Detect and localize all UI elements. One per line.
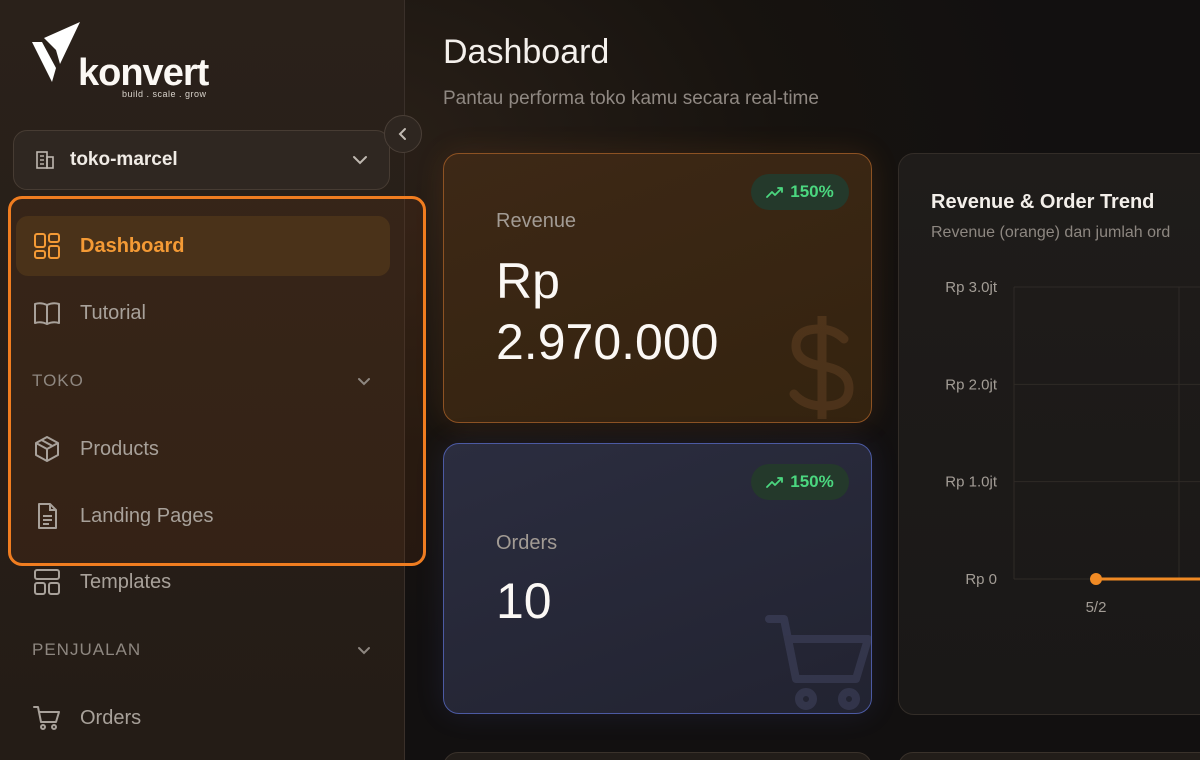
sidebar-item-label: Landing Pages [80, 504, 214, 527]
building-icon [36, 151, 54, 169]
collapse-sidebar-button[interactable] [384, 115, 422, 153]
sidebar: konvert build . scale . grow toko-marcel [0, 0, 426, 760]
sidebar-item-label: Dashboard [80, 234, 185, 257]
sidebar-item-label: Templates [80, 570, 172, 593]
revenue-label: Revenue [496, 210, 577, 232]
sidebar-item-products[interactable]: Products [16, 419, 390, 479]
orders-card[interactable]: 150% Orders 10 [443, 443, 872, 714]
trend-up-icon [766, 477, 784, 488]
page-title: Dashboard [443, 33, 610, 71]
chevron-down-icon [353, 156, 367, 165]
sidebar-item-label: Products [80, 437, 159, 460]
layout-icon [34, 569, 60, 595]
brand-logo[interactable]: konvert build . scale . grow [30, 20, 230, 100]
section-toko[interactable]: TOKO [32, 371, 372, 391]
sidebar-item-label: Orders [80, 706, 142, 729]
cart-icon [765, 615, 871, 710]
badge-value: 150% [790, 182, 834, 201]
box-icon [35, 436, 59, 462]
trend-up-icon [766, 187, 784, 198]
x-tick-label: 5/2 [1086, 599, 1107, 616]
app-root: konvert build . scale . grow toko-marcel [0, 0, 1200, 760]
revenue-order-chart-card: Revenue & Order Trend Revenue (orange) d… [898, 153, 1200, 715]
grid-icon [34, 233, 60, 259]
y-tick-label: Rp 1.0jt [945, 474, 998, 491]
sidebar-item-orders[interactable]: Orders [16, 688, 390, 748]
chart-plot: Rp 3.0jt Rp 2.0jt Rp 1.0jt Rp 0 5/2 [945, 279, 1200, 616]
dollar-icon [789, 316, 854, 419]
brand-tagline: build . scale . grow [122, 89, 207, 99]
section-label: PENJUALAN [32, 640, 142, 659]
revenue-change-badge: 150% [751, 174, 849, 210]
sidebar-item-dashboard[interactable]: Dashboard [16, 216, 390, 276]
orders-change-badge: 150% [751, 464, 849, 500]
chevron-down-icon [358, 378, 370, 386]
chevron-down-icon [358, 647, 370, 655]
revenue-card[interactable]: 150% Revenue Rp 2.970.000 [443, 153, 872, 423]
store-name: toko-marcel [70, 149, 178, 170]
orders-label: Orders [496, 532, 558, 554]
cart-icon [33, 706, 60, 730]
chevron-left-icon [398, 128, 406, 140]
data-point [1090, 573, 1102, 585]
sidebar-item-label: Tutorial [80, 301, 146, 324]
store-selector[interactable]: toko-marcel [13, 130, 390, 190]
sidebar-item-tutorial[interactable]: Tutorial [16, 283, 390, 343]
book-icon [34, 302, 60, 325]
document-icon [38, 503, 57, 529]
orders-value: 10 [496, 573, 552, 629]
section-label: TOKO [32, 371, 84, 390]
bottom-card-left [443, 752, 872, 760]
y-tick-label: Rp 3.0jt [945, 279, 998, 296]
section-penjualan[interactable]: PENJUALAN [32, 640, 372, 660]
sidebar-item-landing-pages[interactable]: Landing Pages [16, 486, 390, 546]
revenue-value-amount: 2.970.000 [496, 314, 719, 370]
page-subtitle: Pantau performa toko kamu secara real-ti… [443, 88, 819, 109]
sidebar-item-templates[interactable]: Templates [16, 552, 390, 612]
badge-value: 150% [790, 472, 834, 491]
y-tick-label: Rp 0 [965, 571, 997, 588]
revenue-value-currency: Rp [496, 253, 560, 309]
y-tick-label: Rp 2.0jt [945, 376, 998, 393]
bottom-card-right [898, 752, 1200, 760]
